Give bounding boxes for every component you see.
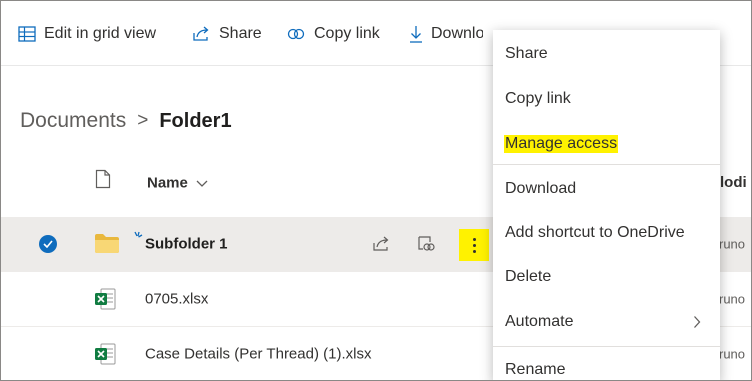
menu-item-delete[interactable]: Delete [493,255,720,299]
download-icon [409,25,423,43]
copy-link-button[interactable]: Copy link [286,23,380,45]
menu-item-label: Download [505,180,577,197]
modified-by: runo [719,346,746,362]
copy-link-label: Copy link [314,25,380,42]
edit-in-grid-view-label: Edit in grid view [44,25,157,42]
folder-icon [94,233,120,259]
more-vertical-icon[interactable] [459,229,489,261]
file-type-icon[interactable] [95,169,111,194]
menu-item-label: Share [505,45,548,62]
menu-item-label: Add shortcut to OneDrive [505,224,685,241]
menu-item-manage-access[interactable]: Manage access [493,122,720,166]
breadcrumb-documents[interactable]: Documents [20,109,126,133]
new-item-icon [133,228,143,246]
copy-link-icon[interactable] [416,234,436,258]
menu-item-label: Copy link [505,90,571,107]
menu-item-label: Manage access [504,135,619,153]
context-menu: Share Copy link Manage access Download A… [493,30,720,380]
download-label: Downlo [431,25,483,42]
file-name[interactable]: Subfolder 1 [145,236,228,253]
menu-item-label: Rename [505,361,566,378]
share-button[interactable]: Share [192,23,262,45]
menu-item-label: Automate [505,313,574,330]
menu-item-automate[interactable]: Automate [493,300,720,344]
link-icon [286,26,306,42]
file-name[interactable]: 0705.xlsx [145,291,208,308]
modified-by: runo [719,291,746,307]
edit-in-grid-view-button[interactable]: Edit in grid view [18,23,156,45]
download-button[interactable]: Downlo [409,23,483,45]
name-column-label: Name [147,174,188,192]
grid-icon [18,25,36,43]
modified-by: runo [719,236,746,252]
sharepoint-window: Edit in grid view Share Copy link Downlo… [0,0,752,381]
menu-item-label: Delete [505,268,552,285]
chevron-right-icon [693,316,701,329]
share-label: Share [219,25,262,42]
menu-item-rename[interactable]: Rename [493,348,720,380]
breadcrumb: Documents > Folder1 [20,109,232,133]
menu-divider [493,164,720,165]
menu-divider [493,346,720,347]
menu-item-copy-link[interactable]: Copy link [493,77,720,121]
menu-item-add-shortcut[interactable]: Add shortcut to OneDrive [493,211,720,255]
excel-icon [94,343,116,370]
excel-icon [94,288,116,315]
file-name[interactable]: Case Details (Per Thread) (1).xlsx [145,346,371,363]
modified-column-header[interactable]: lodi [720,174,747,191]
chevron-down-icon [196,179,208,187]
breadcrumb-separator: > [137,110,149,131]
name-column-header[interactable]: Name [147,175,208,192]
share-icon[interactable] [372,234,392,258]
share-icon [192,25,211,43]
menu-item-share[interactable]: Share [493,32,720,76]
menu-item-download[interactable]: Download [493,167,720,211]
breadcrumb-current-folder: Folder1 [159,109,232,132]
checkmark-icon[interactable] [39,235,57,253]
